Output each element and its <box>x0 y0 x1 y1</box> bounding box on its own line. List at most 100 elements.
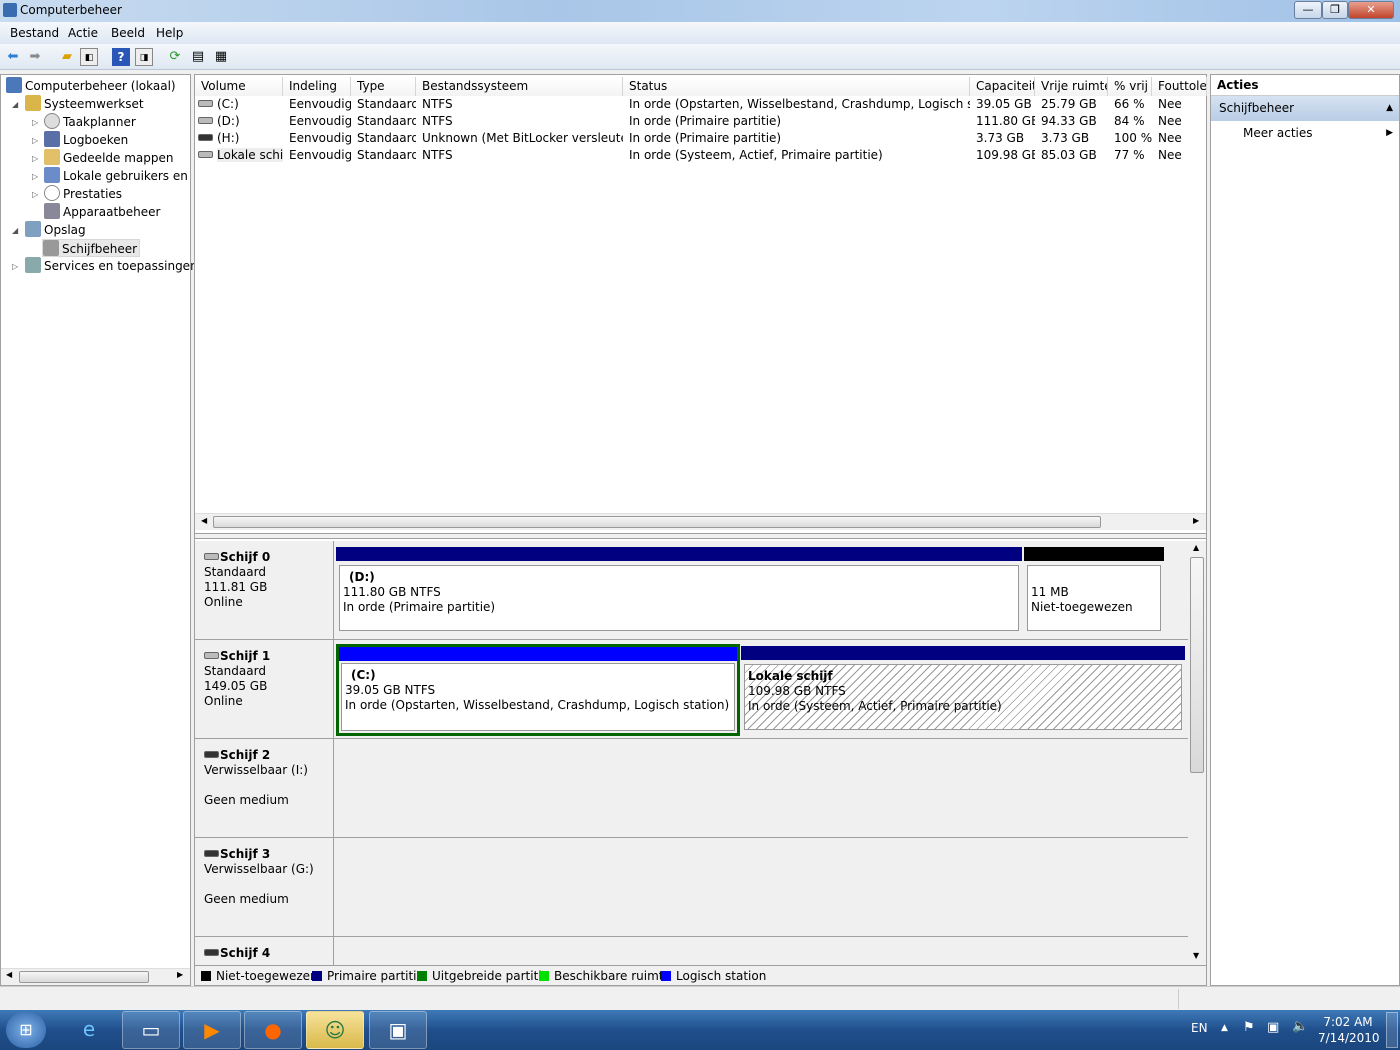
collapsed-arrow-icon[interactable]: ▷ <box>32 190 38 199</box>
minimize-button[interactable]: — <box>1294 1 1322 19</box>
partition-body: Lokale schijf 109.98 GB NTFS In orde (Sy… <box>744 664 1182 730</box>
scroll-right-icon[interactable]: ▶ <box>1193 516 1199 525</box>
column-header-status[interactable]: Status <box>623 77 970 96</box>
table-cell: Nee <box>1158 114 1182 128</box>
menu-beeld[interactable]: Beeld <box>111 26 145 40</box>
collapsed-arrow-icon[interactable]: ▷ <box>32 118 38 127</box>
export-icon[interactable]: ▦ <box>212 48 230 66</box>
disk-0-label[interactable]: Schijf 0 Standaard 111.81 GB Online <box>195 541 334 640</box>
legend-swatch <box>201 971 211 981</box>
column-header-fouttolerantie[interactable]: Fouttolerantie <box>1152 77 1207 96</box>
volume-icon[interactable]: 🔈 <box>1292 1019 1308 1034</box>
column-header-pct-vrij[interactable]: % vrij <box>1108 77 1152 96</box>
help-icon[interactable]: ? <box>112 48 130 66</box>
disk-management-pane: Volume Indeling Type Bestandssysteem Sta… <box>194 74 1207 986</box>
tree-item-gedeelde-mappen[interactable]: Gedeelde mappen <box>44 149 173 167</box>
column-header-capaciteit[interactable]: Capaciteit <box>970 77 1035 96</box>
scroll-down-icon[interactable]: ▼ <box>1193 951 1199 960</box>
scroll-left-icon[interactable]: ◀ <box>6 970 12 979</box>
partition-body: 11 MB Niet-toegewezen <box>1027 565 1161 631</box>
table-cell: NTFS <box>422 148 453 162</box>
column-header-bestandssysteem[interactable]: Bestandssysteem <box>416 77 623 96</box>
properties-icon[interactable]: ▤ <box>189 48 207 66</box>
expanded-arrow-icon[interactable]: ◢ <box>12 226 18 235</box>
show-hidden-icons-icon[interactable]: ▲ <box>1221 1023 1228 1033</box>
menu-bestand[interactable]: Bestand <box>10 26 59 40</box>
collapsed-arrow-icon[interactable]: ▷ <box>32 136 38 145</box>
collapse-up-icon[interactable]: ▲ <box>1386 96 1393 121</box>
tree-horizontal-scrollbar[interactable]: ◀ ▶ <box>1 968 190 985</box>
expanded-arrow-icon[interactable]: ◢ <box>12 100 18 109</box>
collapsed-arrow-icon[interactable]: ▷ <box>12 262 18 271</box>
partition-unallocated[interactable]: 11 MB Niet-toegewezen <box>1024 547 1164 635</box>
tree-item-services[interactable]: Services en toepassingen <box>25 257 198 275</box>
menu-help[interactable]: Help <box>156 26 183 40</box>
messenger-icon[interactable]: ☺ <box>306 1011 364 1049</box>
explorer-icon[interactable]: ▭ <box>122 1011 180 1049</box>
tree-item-lokale-gebruikers[interactable]: Lokale gebruikers en groepen <box>44 167 190 185</box>
disk-view-vertical-scrollbar[interactable]: ▲ ▼ <box>1188 541 1206 965</box>
show-hide-tree-icon[interactable]: ◧ <box>80 48 98 66</box>
scroll-left-icon[interactable]: ◀ <box>201 516 207 525</box>
action-meer-acties[interactable]: Meer acties ▶ <box>1211 121 1399 145</box>
internet-explorer-icon[interactable]: e <box>60 1011 118 1049</box>
table-cell: In orde (Systeem, Actief, Primaire parti… <box>629 148 883 162</box>
disk-2-label[interactable]: Schijf 2 Verwisselbaar (I:) Geen medium <box>195 739 334 838</box>
scrollbar-thumb[interactable] <box>1190 557 1204 773</box>
table-cell: 100 % <box>1114 131 1152 145</box>
scrollbar-thumb[interactable] <box>213 516 1101 528</box>
collapsed-arrow-icon[interactable]: ▷ <box>32 154 38 163</box>
network-icon[interactable]: ▣ <box>1267 1020 1279 1035</box>
partition-type-bar <box>336 547 1022 561</box>
disk-1-label[interactable]: Schijf 1 Standaard 149.05 GB Online <box>195 640 334 739</box>
legend-label: Logisch station <box>676 969 767 983</box>
scroll-right-icon[interactable]: ▶ <box>177 970 183 979</box>
show-desktop-button[interactable] <box>1386 1012 1398 1048</box>
forward-arrow-icon[interactable]: ➡ <box>26 48 44 66</box>
volume-list-horizontal-scrollbar[interactable]: ◀ ▶ <box>195 513 1206 530</box>
refresh-icon[interactable]: ⟳ <box>166 48 184 66</box>
tree-root[interactable]: Computerbeheer (lokaal) <box>6 77 176 95</box>
table-cell: Eenvoudig <box>289 97 351 111</box>
column-header-type[interactable]: Type <box>351 77 416 96</box>
tree-item-systeemwerkset[interactable]: Systeemwerkset <box>25 95 144 113</box>
scroll-up-icon[interactable]: ▲ <box>1193 543 1199 552</box>
tree-item-logboeken[interactable]: Logboeken <box>44 131 128 149</box>
pane-splitter[interactable] <box>195 533 1206 539</box>
up-folder-icon[interactable]: ▰ <box>58 48 76 66</box>
language-indicator[interactable]: EN <box>1191 1021 1208 1035</box>
partition-c-selected[interactable]: (C:) 39.05 GB NTFS In orde (Opstarten, W… <box>336 644 740 736</box>
show-hide-action-pane-icon[interactable]: ◨ <box>135 48 153 66</box>
close-button[interactable]: ✕ <box>1348 1 1394 19</box>
table-cell: In orde (Primaire partitie) <box>629 131 782 145</box>
column-header-vrije-ruimte[interactable]: Vrije ruimte <box>1035 77 1108 96</box>
tree-item-opslag[interactable]: Opslag <box>25 221 86 239</box>
disk-type: Verwisselbaar (G:) <box>204 862 314 876</box>
tree-item-taakplanner[interactable]: Taakplanner <box>44 113 136 131</box>
media-player-icon[interactable]: ▶ <box>183 1011 241 1049</box>
partition-lokale-schijf[interactable]: Lokale schijf 109.98 GB NTFS In orde (Sy… <box>741 646 1185 734</box>
firefox-icon[interactable]: ● <box>244 1011 302 1049</box>
navigation-tree: Computerbeheer (lokaal) ◢ Systeemwerkset… <box>0 74 198 986</box>
scrollbar-thumb[interactable] <box>19 971 149 983</box>
menu-actie[interactable]: Actie <box>68 26 98 40</box>
computer-management-task-icon[interactable]: ▣ <box>369 1011 427 1049</box>
column-header-volume[interactable]: Volume <box>195 77 283 96</box>
partition-d[interactable]: (D:) 111.80 GB NTFS In orde (Primaire pa… <box>336 547 1022 635</box>
start-button[interactable]: ⊞ <box>6 1012 46 1048</box>
maximize-button[interactable]: ❐ <box>1322 1 1348 19</box>
legend-swatch <box>417 971 427 981</box>
actions-section-schijfbeheer[interactable]: Schijfbeheer ▲ <box>1211 96 1399 121</box>
disk-4-label[interactable]: Schijf 4 <box>195 937 334 965</box>
tree-item-apparaatbeheer[interactable]: Apparaatbeheer <box>44 203 160 221</box>
tree-item-prestaties[interactable]: Prestaties <box>44 185 122 203</box>
action-center-flag-icon[interactable]: ⚑ <box>1243 1020 1255 1035</box>
tree-item-schijfbeheer[interactable]: Schijfbeheer <box>42 239 141 257</box>
clock[interactable]: 7:02 AM 7/14/2010 <box>1318 1014 1380 1046</box>
collapsed-arrow-icon[interactable]: ▷ <box>32 172 38 181</box>
disk-type: Standaard <box>204 664 266 678</box>
disk-size: 111.81 GB <box>204 580 268 594</box>
disk-3-label[interactable]: Schijf 3 Verwisselbaar (G:) Geen medium <box>195 838 334 937</box>
column-header-indeling[interactable]: Indeling <box>283 77 351 96</box>
back-arrow-icon[interactable]: ⬅ <box>4 48 22 66</box>
